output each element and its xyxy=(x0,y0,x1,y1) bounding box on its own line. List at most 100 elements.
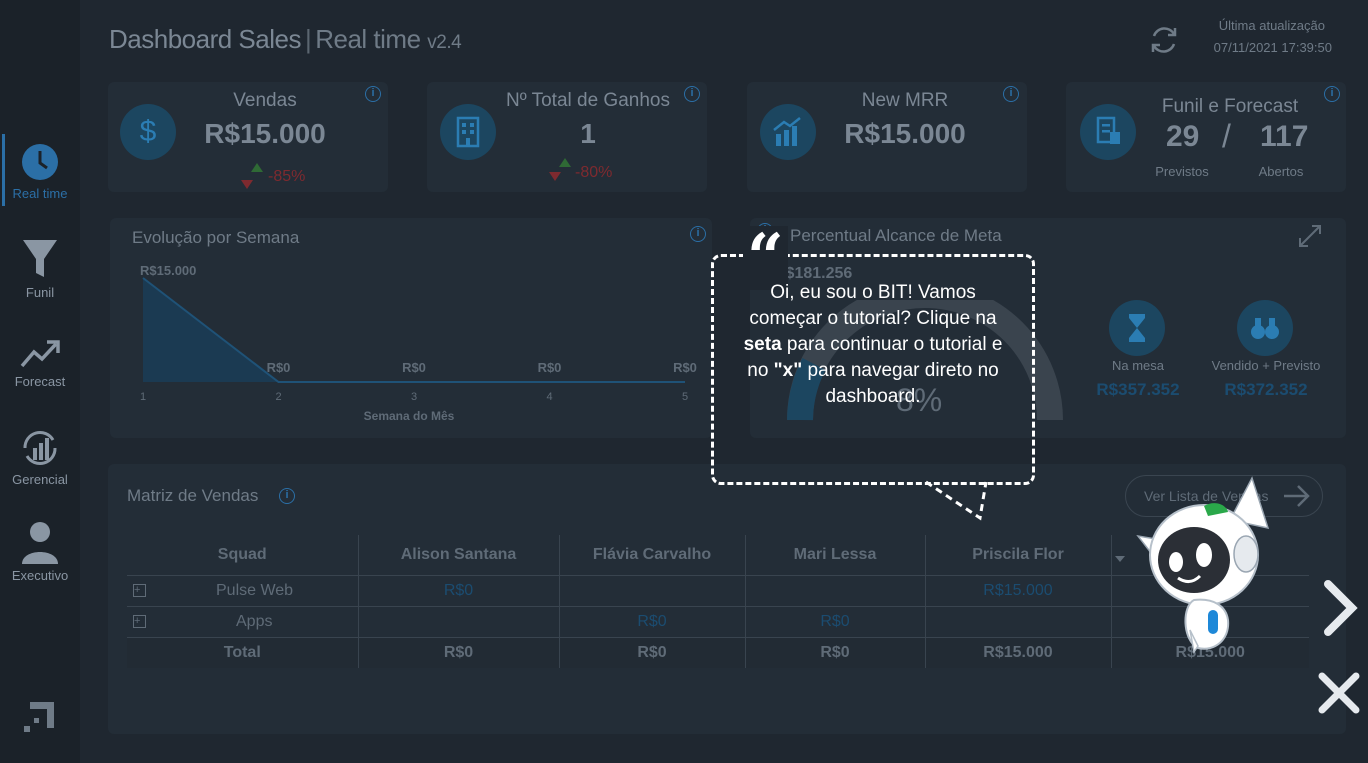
vendido-previsto-label: Vendido + Previsto xyxy=(1211,358,1321,373)
column-header[interactable]: Mari Lessa xyxy=(745,535,926,575)
info-icon[interactable]: i xyxy=(279,488,295,504)
arrow-down-icon xyxy=(241,180,253,189)
meta-title: Percentual Alcance de Meta xyxy=(790,226,1002,245)
sales-matrix-table: Squad Alison Santana Flávia Carvalho Mar… xyxy=(127,535,1309,668)
kpi-value: R$15.000 xyxy=(844,118,966,149)
sidebar-item-executivo[interactable]: Executivo xyxy=(0,520,80,583)
binoculars-icon xyxy=(1237,300,1293,356)
tutorial-line: para navegar direto no xyxy=(802,360,999,381)
brand-logo-icon xyxy=(24,702,54,732)
kpi-delta: -80% xyxy=(575,164,613,181)
robot-mascot xyxy=(1136,476,1270,654)
x-tick-label: 5 xyxy=(682,391,688,403)
x-tick-label: 4 xyxy=(546,391,552,403)
tutorial-bold: "x" xyxy=(773,360,803,381)
column-header[interactable]: Squad xyxy=(127,535,359,575)
sidebar-item-gerencial[interactable]: Gerencial xyxy=(0,428,80,487)
building-icon xyxy=(440,104,496,160)
sidebar-item-label: Gerencial xyxy=(12,472,68,487)
version-label: v2.4 xyxy=(427,32,462,53)
data-label: R$15.000 xyxy=(140,263,196,278)
chart-cycle-icon xyxy=(23,430,57,466)
kpi-value: R$15.000 xyxy=(204,118,326,149)
info-icon[interactable]: i xyxy=(684,86,700,102)
tutorial-line: no xyxy=(747,360,774,381)
kpi-title: Nº Total de Ganhos xyxy=(506,90,670,111)
tutorial-line: Oi, eu sou o BIT! Vamos xyxy=(770,282,976,303)
sidebar-item-label: Forecast xyxy=(14,374,66,389)
column-header[interactable]: Priscila Flor xyxy=(925,535,1112,575)
x-tick-label: 3 xyxy=(411,391,417,403)
next-arrow-icon[interactable] xyxy=(1318,578,1362,638)
abertos-value: 117 xyxy=(1260,120,1309,153)
expand-icon[interactable] xyxy=(1296,222,1324,250)
expand-plus-icon[interactable]: + xyxy=(133,614,146,628)
sidebar-item-real-time[interactable]: Real time xyxy=(0,142,80,201)
tutorial-line: dashboard. xyxy=(825,386,921,407)
data-label: R$0 xyxy=(402,360,426,375)
kpi-title: Vendas xyxy=(233,90,297,111)
update-timestamp: 07/11/2021 17:39:50 xyxy=(1213,40,1332,55)
info-icon[interactable]: i xyxy=(1003,86,1019,102)
arrow-down-icon xyxy=(549,172,561,181)
table-cell: R$0 xyxy=(358,636,560,668)
vendido-previsto-value: R$372.352 xyxy=(1224,380,1308,399)
data-label: R$0 xyxy=(673,360,697,375)
squad-cell[interactable]: + Apps xyxy=(127,605,359,637)
kpi-delta: -85% xyxy=(268,168,306,185)
squad-cell[interactable]: + Pulse Web xyxy=(127,574,359,606)
squad-name: Apps xyxy=(236,612,273,630)
table-cell: R$15.000 xyxy=(925,574,1112,606)
table-cell xyxy=(745,574,926,606)
clipboard-icon xyxy=(1080,104,1136,160)
table-cell: R$15.000 xyxy=(925,636,1112,668)
expand-plus-icon[interactable]: + xyxy=(133,583,146,597)
table-total-row: Total R$0 R$0 R$0 R$15.000 R$15.000 xyxy=(127,636,1309,668)
x-tick-label: 1 xyxy=(140,391,146,403)
sidebar-item-forecast[interactable]: Forecast xyxy=(0,338,80,389)
hourglass-icon xyxy=(1109,300,1165,356)
info-icon[interactable]: i xyxy=(365,86,381,102)
table-row: + Pulse Web R$0 R$15.000 xyxy=(127,574,1309,606)
sidebar-item-funil[interactable]: Funil xyxy=(0,237,80,300)
info-icon[interactable]: i xyxy=(1324,86,1340,102)
sidebar-item-label: Executivo xyxy=(11,568,69,583)
title-main: Dashboard Sales xyxy=(109,24,301,54)
funil-separator: / xyxy=(1222,118,1231,154)
sort-down-icon[interactable] xyxy=(1115,556,1126,563)
table-header-row: Squad Alison Santana Flávia Carvalho Mar… xyxy=(127,535,1309,575)
kpi-title: Funil e Forecast xyxy=(1161,96,1299,117)
arrow-up-icon xyxy=(251,163,263,172)
clock-icon xyxy=(22,144,58,180)
na-mesa-label: Na mesa xyxy=(1111,358,1165,373)
tutorial-message: Oi, eu sou o BIT! Vamos começar o tutori… xyxy=(728,280,1018,410)
table-cell: R$0 xyxy=(358,574,560,606)
data-label: R$0 xyxy=(267,360,291,375)
table-cell: R$0 xyxy=(745,636,926,668)
tutorial-line: para continuar o tutorial e xyxy=(781,334,1003,355)
arrow-up-icon xyxy=(559,158,571,167)
dollar-icon: $ xyxy=(120,104,176,160)
table-cell xyxy=(559,574,746,606)
x-tick-label: 2 xyxy=(275,391,281,403)
title-subtitle: Real time xyxy=(315,24,421,54)
tutorial-bold: seta xyxy=(743,334,782,355)
column-header[interactable]: Flávia Carvalho xyxy=(559,535,746,575)
table-cell xyxy=(358,605,560,637)
table-row: + Apps R$0 R$0 xyxy=(127,605,1309,637)
column-header[interactable]: Alison Santana xyxy=(358,535,560,575)
funnel-icon xyxy=(23,240,57,277)
close-icon[interactable] xyxy=(1316,670,1362,716)
matriz-title: Matriz de Vendas xyxy=(127,486,259,505)
info-icon[interactable]: i xyxy=(690,226,706,242)
growth-chart-icon xyxy=(760,104,816,160)
na-mesa-value: R$357.352 xyxy=(1096,380,1180,399)
table-cell: R$0 xyxy=(559,605,746,637)
sidebar-item-label: Funil xyxy=(25,285,55,300)
evolucao-title: Evolução por Semana xyxy=(132,228,300,247)
table-cell xyxy=(925,605,1112,637)
x-axis-label: Semana do Mês xyxy=(364,409,455,423)
arrow-right-icon xyxy=(1284,485,1310,507)
table-cell: R$0 xyxy=(559,636,746,668)
trend-icon xyxy=(20,340,60,368)
